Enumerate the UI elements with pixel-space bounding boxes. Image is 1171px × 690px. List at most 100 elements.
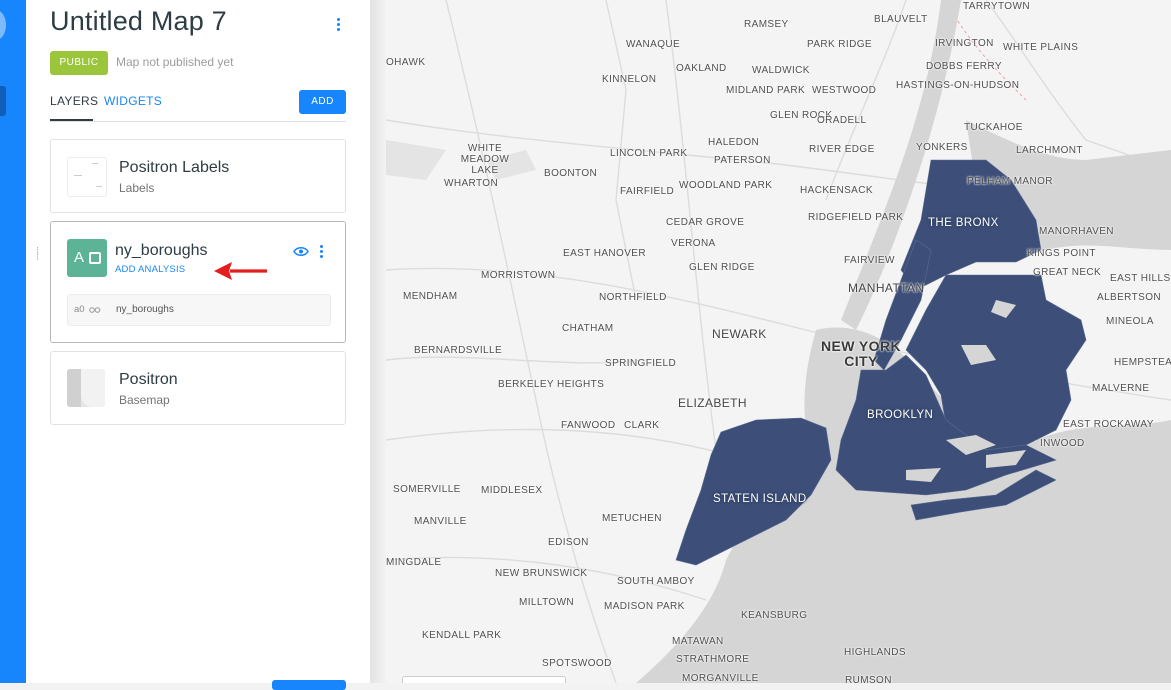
tab-widgets[interactable]: WIDGETS [104, 94, 162, 108]
map-major-label: NEW YORK CITY [821, 338, 901, 369]
map-place-label: FANWOOD [561, 420, 616, 431]
map-place-label: NEW BRUNSWICK [495, 568, 588, 579]
map-place-label: RIVER EDGE [809, 144, 875, 155]
map-place-label: TARRYTOWN [963, 1, 1030, 12]
map-place-label: ELIZABETH [678, 396, 747, 410]
map-place-label: HASTINGS-ON-HUDSON [896, 80, 1020, 91]
labels-thumbnail [67, 157, 107, 197]
map-major-label: MANHATTAN [848, 281, 925, 295]
map-place-label: MALVERNE [1092, 383, 1150, 394]
tabs-divider [50, 121, 346, 122]
map-place-label: HEMPSTEAD [1114, 357, 1171, 368]
map-place-label: MADISON PARK [604, 601, 685, 612]
map-place-label: BOONTON [544, 168, 598, 179]
map-place-label: RUMSON [845, 675, 892, 683]
map-place-label: CEDAR GROVE [666, 217, 745, 228]
map-place-label: MENDHAM [403, 291, 458, 302]
map-place-label: CHATHAM [562, 323, 614, 334]
nav-active-indicator [0, 86, 6, 116]
map-place-label: MATAWAN [672, 636, 724, 647]
map-place-label: WHITE MEADOW LAKE [460, 143, 510, 176]
map-place-label: PELHAM MANOR [967, 176, 1053, 187]
map-place-label: KINGS POINT [1027, 248, 1096, 259]
add-analysis-link[interactable]: ADD ANALYSIS [115, 264, 185, 275]
map-place-label: SOMERVILLE [393, 484, 461, 495]
analysis-source-row[interactable]: a0 ny_boroughs [67, 294, 331, 326]
map-place-label: NEWARK [712, 327, 767, 341]
map-place-label: HALEDON [708, 137, 760, 148]
map-place-label: PARK RIDGE [807, 39, 872, 50]
map-place-label: EAST HILLS [1110, 273, 1171, 284]
map-place-label: HIGHLANDS [844, 647, 906, 658]
layer-type: Labels [119, 181, 155, 195]
map-place-label: FAIRVIEW [844, 255, 895, 266]
map-place-label: KINNELON [602, 74, 657, 85]
map-place-label: MILLTOWN [519, 597, 575, 608]
map-place-label: OAKLAND [676, 63, 727, 74]
layer-options-kebab-icon[interactable] [320, 245, 323, 258]
analysis-source-name: ny_boroughs [116, 304, 174, 315]
map-place-label: WANAQUE [626, 39, 681, 50]
map-place-label: MIDLAND PARK [726, 85, 806, 96]
map-title[interactable]: Untitled Map 7 [50, 6, 227, 37]
map-borough-label: BROOKLYN [867, 409, 934, 421]
map-place-label: WALDWICK [752, 65, 810, 76]
map-place-label: ALBERTSON [1097, 292, 1161, 303]
map-place-label: METUCHEN [602, 513, 662, 524]
layer-name: Positron [119, 371, 178, 388]
bottom-action-button[interactable] [272, 680, 346, 690]
map-place-label: WHITE PLAINS [1003, 42, 1079, 53]
map-borough-label: THE BRONX [928, 217, 999, 229]
layer-card-ny-boroughs[interactable]: A ny_boroughs ADD ANALYSIS a0 ny_borough… [50, 221, 346, 343]
drag-handle-icon[interactable]: ⁞ ⁞ [36, 247, 40, 263]
analysis-source-thumbnail: A [67, 239, 107, 277]
map-place-label: EAST ROCKAWAY [1063, 419, 1154, 430]
map-place-label: EAST HANOVER [563, 248, 646, 259]
map-place-label: SOUTH AMBOY [617, 576, 695, 587]
map-place-label: RIDGEFIELD PARK [808, 212, 904, 223]
map-place-label: MORGANVILLE [682, 673, 759, 683]
publish-status: Map not published yet [116, 55, 234, 69]
map-editor-panel: Untitled Map 7 PUBLIC Map not published … [26, 0, 370, 690]
map-place-label: SPRINGFIELD [605, 358, 677, 369]
layer-name[interactable]: ny_boroughs [115, 242, 208, 260]
map-place-label: STRATHMORE [676, 654, 750, 665]
privacy-badge[interactable]: PUBLIC [50, 51, 108, 75]
layer-type: Basemap [119, 393, 170, 407]
map-place-label: SPOTSWOOD [542, 658, 612, 669]
map-place-label: DOBBS FERRY [926, 61, 1002, 72]
map-place-label: MORRISTOWN [481, 270, 556, 281]
map-place-label: WHARTON [444, 178, 499, 189]
map-place-label: MANORHAVEN [1039, 226, 1114, 237]
map-place-label: CLARK [624, 420, 660, 431]
basemap-thumbnail [67, 369, 105, 407]
app-nav-strip [0, 0, 26, 683]
map-place-label: INWOOD [1040, 438, 1085, 449]
map-place-label: YONKERS [916, 142, 968, 153]
map-options-kebab-icon[interactable] [337, 18, 340, 31]
tab-layers[interactable]: LAYERS [50, 94, 98, 108]
map-basemap [386, 0, 1171, 683]
map-bottom-controls[interactable] [402, 676, 566, 683]
map-place-label: PATERSON [714, 155, 771, 166]
map-place-label: BERKELEY HEIGHTS [498, 379, 605, 390]
visibility-eye-icon[interactable] [293, 246, 309, 257]
map-borough-label: STATEN ISLAND [713, 493, 807, 505]
map-place-label: LARCHMONT [1016, 145, 1083, 156]
layer-card-positron-basemap[interactable]: Positron Basemap [50, 351, 346, 425]
map-place-label: HACKENSACK [800, 185, 873, 196]
map-canvas[interactable]: TARRYTOWN RAMSEY BLAUVELT IRVINGTON WHIT… [386, 0, 1171, 683]
map-place-label: WESTWOOD [812, 85, 877, 96]
analysis-id: a0 [74, 304, 85, 315]
analysis-node-icon [89, 252, 101, 264]
map-place-label: FAIRFIELD [620, 186, 675, 197]
add-layer-button[interactable]: ADD [299, 90, 346, 114]
map-place-label: ORADELL [817, 115, 867, 126]
map-place-label: GREAT NECK [1033, 267, 1102, 278]
map-place-label: WOODLAND PARK [679, 180, 773, 191]
layer-card-positron-labels[interactable]: Positron Labels Labels [50, 139, 346, 213]
user-avatar[interactable] [0, 10, 6, 40]
red-arrow-annotation [214, 262, 267, 280]
layer-letter: A [74, 249, 85, 266]
map-place-label: GLEN RIDGE [689, 262, 755, 273]
